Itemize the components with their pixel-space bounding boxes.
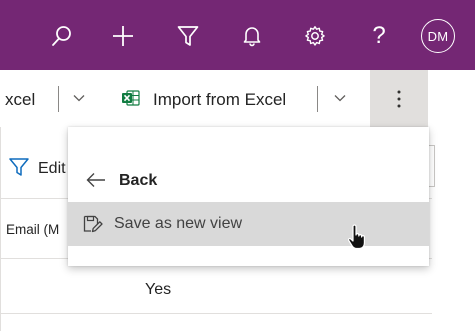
back-arrow-icon bbox=[86, 173, 105, 187]
gear-icon[interactable] bbox=[302, 23, 328, 49]
save-view-icon bbox=[83, 215, 103, 233]
app-header: ? DM bbox=[0, 0, 475, 70]
hand-cursor-icon bbox=[348, 224, 365, 250]
import-from-excel-button[interactable]: Import from Excel bbox=[153, 90, 286, 110]
separator bbox=[317, 86, 318, 112]
column-header-email[interactable]: Email (M bbox=[6, 222, 59, 237]
chevron-down-icon[interactable] bbox=[333, 91, 347, 105]
excel-icon bbox=[122, 90, 140, 106]
help-icon[interactable]: ? bbox=[366, 23, 392, 49]
more-commands-button[interactable] bbox=[370, 70, 428, 127]
more-vertical-icon bbox=[397, 90, 401, 107]
grid-border bbox=[0, 127, 1, 331]
overflow-menu: Back Save as new view bbox=[68, 127, 429, 266]
edit-filters-button[interactable]: Edit bbox=[38, 160, 66, 178]
save-as-new-view-label: Save as new view bbox=[114, 215, 243, 232]
avatar[interactable]: DM bbox=[421, 19, 455, 53]
separator bbox=[58, 86, 59, 112]
save-as-new-view-item[interactable]: Save as new view bbox=[68, 202, 429, 246]
menu-back-button[interactable]: Back bbox=[68, 162, 429, 200]
export-excel-button-label[interactable]: xcel bbox=[5, 90, 35, 110]
grid-divider bbox=[0, 313, 432, 314]
filter-icon[interactable] bbox=[9, 157, 29, 177]
search-icon[interactable] bbox=[49, 23, 75, 49]
search-box-edge[interactable] bbox=[428, 145, 435, 187]
filter-icon[interactable] bbox=[175, 23, 201, 49]
chevron-down-icon[interactable] bbox=[72, 91, 86, 105]
menu-back-label: Back bbox=[119, 172, 158, 189]
plus-icon[interactable] bbox=[110, 23, 136, 49]
grid-cell: Yes bbox=[145, 281, 172, 298]
bell-icon[interactable] bbox=[239, 23, 265, 49]
